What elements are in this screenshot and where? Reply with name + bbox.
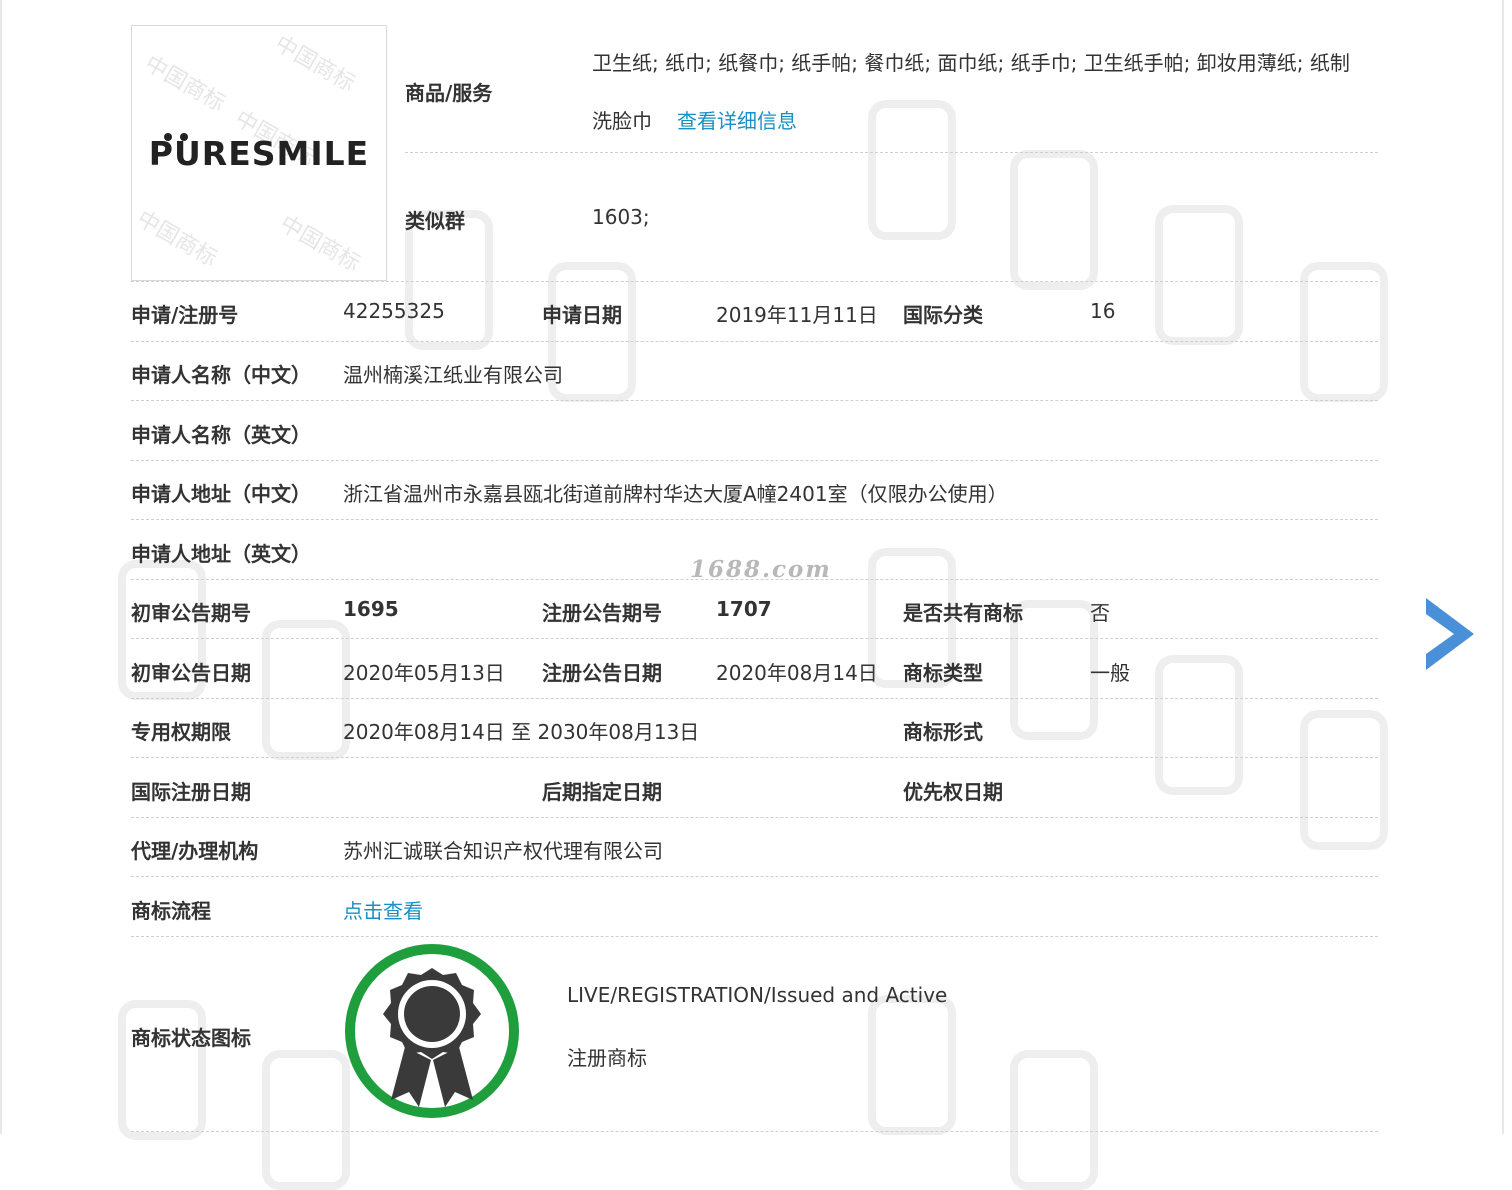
divider [131,936,1378,937]
later-designation-label: 后期指定日期 [542,780,662,804]
app-date-value: 2019年11月11日 [716,303,878,327]
reg-notice-date-label: 注册公告日期 [542,661,662,685]
divider [131,519,1378,520]
logo-brand-text: PURESMILE [148,134,370,173]
prelim-date-label: 初审公告日期 [131,661,251,685]
agent-label: 代理/办理机构 [131,839,259,863]
divider [405,152,1378,153]
goods-value-line1: 卫生纸; 纸巾; 纸餐巾; 纸手帕; 餐巾纸; 面巾纸; 纸手巾; 卫生纸手帕;… [592,51,1350,75]
goods-value-line2: 洗脸巾 [592,109,652,133]
goods-label: 商品/服务 [405,81,493,105]
applicant-cn-label: 申请人名称（中文） [131,363,311,387]
status-english: LIVE/REGISTRATION/Issued and Active [567,983,948,1007]
next-arrow-icon[interactable] [1424,596,1476,672]
intl-class-value: 16 [1090,299,1116,323]
similar-group-label: 类似群 [405,209,465,233]
shared-label: 是否共有商标 [903,601,1023,625]
trademark-logo-image: 中国商标 中国商标 中国商标 中国商标 中国商标 PURESMILE [131,25,387,281]
status-icon-label: 商标状态图标 [131,1026,251,1050]
process-link[interactable]: 点击查看 [343,895,423,924]
logo-watermark: 中国商标 [275,211,365,277]
logo-watermark: 中国商标 [270,31,360,97]
reg-no-label: 申请/注册号 [131,303,239,327]
tm-form-label: 商标形式 [903,720,983,744]
divider [131,341,1378,342]
shared-value: 否 [1090,601,1110,625]
divider [131,400,1378,401]
similar-group-value: 1603; [592,205,650,229]
exclusive-period-label: 专用权期限 [131,720,231,744]
logo-watermark: 中国商标 [140,51,230,117]
address-en-label: 申请人地址（英文） [131,542,311,566]
reg-no-value: 42255325 [343,299,445,323]
prelim-date-value: 2020年05月13日 [343,661,505,685]
divider [131,638,1378,639]
logo-watermark: 中国商标 [132,206,222,272]
divider [131,579,1378,580]
agent-value: 苏州汇诚联合知识产权代理有限公司 [343,839,663,863]
prelim-no-value: 1695 [343,597,399,621]
divider [131,876,1378,877]
divider [131,757,1378,758]
address-cn-label: 申请人地址（中文） [131,482,311,506]
view-details-link[interactable]: 查看详细信息 [677,105,797,134]
app-date-label: 申请日期 [542,303,622,327]
divider [131,281,1378,282]
intl-reg-date-label: 国际注册日期 [131,780,251,804]
registered-badge-icon [345,944,519,1118]
intl-class-label: 国际分类 [903,303,983,327]
divider [131,460,1378,461]
divider [131,1131,1378,1132]
applicant-en-label: 申请人名称（英文） [131,423,311,447]
priority-date-label: 优先权日期 [903,780,1003,804]
applicant-cn-value: 温州楠溪江纸业有限公司 [343,363,563,387]
tm-type-value: 一般 [1090,661,1130,685]
address-cn-value: 浙江省温州市永嘉县瓯北街道前牌村华达大厦A幢2401室（仅限办公使用） [343,482,1008,506]
reg-notice-no-label: 注册公告期号 [542,601,662,625]
divider [131,698,1378,699]
exclusive-period-value: 2020年08月14日 至 2030年08月13日 [343,720,700,744]
process-label: 商标流程 [131,899,211,923]
divider [131,817,1378,818]
reg-notice-date-value: 2020年08月14日 [716,661,878,685]
reg-notice-no-value: 1707 [716,597,772,621]
tm-type-label: 商标类型 [903,661,983,685]
prelim-no-label: 初审公告期号 [131,601,251,625]
status-chinese: 注册商标 [567,1046,647,1070]
